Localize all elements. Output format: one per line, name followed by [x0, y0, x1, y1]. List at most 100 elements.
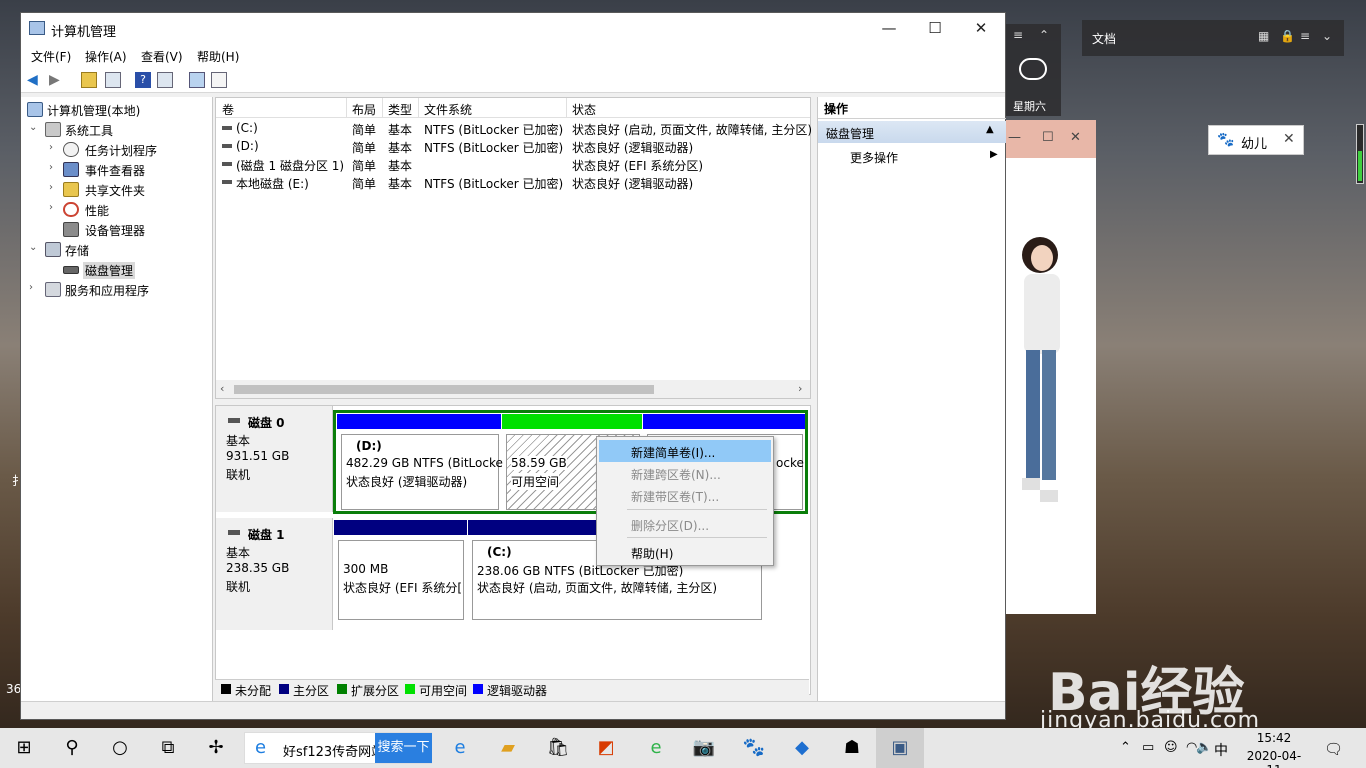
chevron-right-icon[interactable]: ›	[49, 202, 53, 213]
chevron-right-icon[interactable]: ›	[49, 182, 53, 193]
cortana-icon[interactable]: ○	[108, 736, 132, 760]
table-row[interactable]: 本地磁盘 (E:) 简单 基本 NTFS (BitLocker 已加密) 状态良…	[216, 174, 810, 192]
menu-item-delete-partition[interactable]: 删除分区(D)...	[599, 513, 771, 535]
store-icon[interactable]: 🛍	[546, 736, 570, 760]
minimize-button[interactable]: —	[869, 19, 909, 37]
up-folder-icon[interactable]	[81, 72, 97, 88]
minimize-icon[interactable]: —	[1008, 130, 1021, 145]
people-icon[interactable]: ☺	[1164, 740, 1178, 755]
browser-search-box[interactable]: e 好sf123传奇网站 搜索一下	[244, 732, 432, 764]
task-view-icon[interactable]: ⧉	[156, 736, 180, 760]
camera-icon[interactable]: 📷	[692, 736, 716, 760]
clock[interactable]: 15:42 2020-04-11	[1240, 731, 1308, 768]
menu-item-new-striped-volume[interactable]: 新建带区卷(T)...	[599, 484, 771, 506]
baidu-popup[interactable]: 🐾 幼儿 ✕	[1208, 125, 1304, 155]
column-header-filesystem[interactable]: 文件系统	[424, 101, 472, 118]
maximize-button[interactable]: ☐	[915, 19, 955, 37]
tree-item-event-viewer[interactable]: › 事件查看器	[49, 161, 199, 179]
help-icon[interactable]: ?	[135, 72, 151, 88]
chevron-up-icon[interactable]: ⌃	[1039, 28, 1049, 42]
menu-action[interactable]: 操作(A)	[85, 48, 127, 65]
chevron-right-icon[interactable]: ›	[49, 142, 53, 153]
menu-item-help[interactable]: 帮助(H)	[599, 541, 771, 563]
computer-management-taskbar-icon[interactable]: ▣	[888, 736, 912, 760]
menu-help[interactable]: 帮助(H)	[197, 48, 239, 65]
column-header-layout[interactable]: 布局	[352, 101, 376, 118]
tree-item-device-manager[interactable]: 设备管理器	[49, 221, 199, 239]
menu-file[interactable]: 文件(F)	[31, 48, 71, 65]
browser-360-icon[interactable]: e	[644, 736, 668, 760]
volume-icon[interactable]: 🔈	[1196, 740, 1212, 755]
table-row[interactable]: (磁盘 1 磁盘分区 1) 简单 基本 状态良好 (EFI 系统分区)	[216, 156, 810, 174]
edge-icon[interactable]: e	[448, 736, 472, 760]
feather-app-icon[interactable]: ◆	[790, 736, 814, 760]
battery-icon[interactable]: ▭	[1142, 740, 1154, 755]
chevron-down-icon[interactable]: ⌄	[1322, 29, 1332, 43]
windows-start-icon[interactable]: ⊞	[12, 736, 36, 760]
menu-item-new-simple-volume[interactable]: 新建简单卷(I)...	[599, 440, 771, 462]
computer-management-window[interactable]: 计算机管理 — ☐ ✕ 文件(F) 操作(A) 查看(V) 帮助(H) ◀ ▶ …	[20, 12, 1006, 720]
tree-item-system-tools[interactable]: ⌄ 系统工具	[29, 121, 199, 139]
close-icon[interactable]: ✕	[1070, 130, 1081, 145]
baidu-app-icon[interactable]: 🐾	[742, 736, 766, 760]
chevron-down-icon[interactable]: ⌄	[29, 242, 37, 253]
forward-icon[interactable]: ▶	[49, 72, 65, 88]
tree-item-task-scheduler[interactable]: › 任务计划程序	[49, 141, 199, 159]
action-pane-icon[interactable]	[157, 72, 173, 88]
disk-0-label[interactable]: 磁盘 0 基本 931.51 GB 联机	[216, 406, 333, 512]
maximize-icon[interactable]: ☐	[1042, 130, 1054, 145]
collapse-icon[interactable]: ▲	[986, 124, 994, 135]
tree-item-disk-management[interactable]: 磁盘管理	[61, 261, 201, 279]
browser-search-text[interactable]: 好sf123传奇网站	[283, 741, 384, 760]
volume-icon	[222, 144, 232, 148]
file-explorer-icon[interactable]: ▰	[496, 736, 520, 760]
menu-icon[interactable]: ≡	[1300, 29, 1310, 43]
actions-section-disk-management[interactable]: 磁盘管理 ▲	[818, 121, 1006, 143]
partition-d[interactable]: (D:) 482.29 GB NTFS (BitLocke 状态良好 (逻辑驱动…	[337, 414, 503, 510]
disk-1-label[interactable]: 磁盘 1 基本 238.35 GB 联机	[216, 518, 333, 630]
chevron-up-icon[interactable]: ⌃	[1120, 740, 1131, 755]
chevron-right-icon[interactable]: ›	[49, 162, 53, 173]
back-icon[interactable]: ◀	[27, 72, 43, 88]
browser-search-button[interactable]: 搜索一下	[375, 733, 432, 763]
lock-icon[interactable]: 🔒	[1280, 29, 1295, 43]
legend-swatch-logical	[473, 684, 483, 694]
weather-widget[interactable]: ≡ ⌃ 星期六	[1005, 24, 1061, 116]
grid-icon[interactable]: ▦	[1258, 29, 1269, 43]
more-actions[interactable]: 更多操作	[850, 149, 898, 166]
tree-item-storage[interactable]: ⌄ 存储	[29, 241, 199, 259]
menu-icon[interactable]: ≡	[1013, 28, 1023, 42]
documents-widget[interactable]: 文档 ▦ 🔒 ≡ ⌄	[1082, 20, 1344, 56]
office-icon[interactable]: ◩	[594, 736, 618, 760]
tree-item-performance[interactable]: › 性能	[49, 201, 199, 219]
chevron-down-icon[interactable]: ⌄	[29, 122, 37, 133]
console-tree-icon[interactable]	[105, 72, 121, 88]
fan-app-icon[interactable]: ✢	[204, 736, 228, 760]
game-app-icon[interactable]: ☗	[840, 736, 864, 760]
table-row[interactable]: (C:) 简单 基本 NTFS (BitLocker 已加密) 状态良好 (启动…	[216, 120, 812, 138]
column-header-type[interactable]: 类型	[388, 101, 412, 118]
properties-icon[interactable]	[211, 72, 227, 88]
connect-icon[interactable]	[189, 72, 205, 88]
tree-item-services-apps[interactable]: › 服务和应用程序	[29, 281, 199, 299]
partition-efi[interactable]: 300 MB 状态良好 (EFI 系统分[	[334, 520, 467, 626]
scroll-right-icon[interactable]: ›	[798, 382, 802, 395]
chevron-right-icon[interactable]: ›	[29, 282, 33, 293]
tree-root[interactable]: 计算机管理(本地)	[25, 101, 205, 119]
close-button[interactable]: ✕	[961, 19, 1001, 37]
search-icon[interactable]: ⚲	[60, 736, 84, 760]
column-header-status[interactable]: 状态	[572, 101, 596, 118]
menu-item-new-spanned-volume[interactable]: 新建跨区卷(N)...	[599, 462, 771, 484]
scrollbar-thumb[interactable]	[234, 385, 654, 394]
tree-item-shared-folders[interactable]: › 共享文件夹	[49, 181, 199, 199]
scroll-left-icon[interactable]: ‹	[220, 382, 224, 395]
notification-icon[interactable]: 🗨	[1324, 740, 1343, 758]
close-icon[interactable]: ✕	[1283, 131, 1295, 147]
column-header-volume[interactable]: 卷	[222, 101, 234, 118]
horizontal-scrollbar[interactable]: ‹ ›	[216, 380, 810, 398]
background-window-titlebar[interactable]: — ☐ ✕	[1004, 120, 1096, 158]
menu-view[interactable]: 查看(V)	[141, 48, 183, 65]
table-row[interactable]: (D:) 简单 基本 NTFS (BitLocker 已加密) 状态良好 (逻辑…	[216, 138, 810, 156]
title-bar[interactable]: 计算机管理 — ☐ ✕	[21, 13, 1005, 45]
ime-indicator[interactable]: 中	[1214, 740, 1228, 760]
